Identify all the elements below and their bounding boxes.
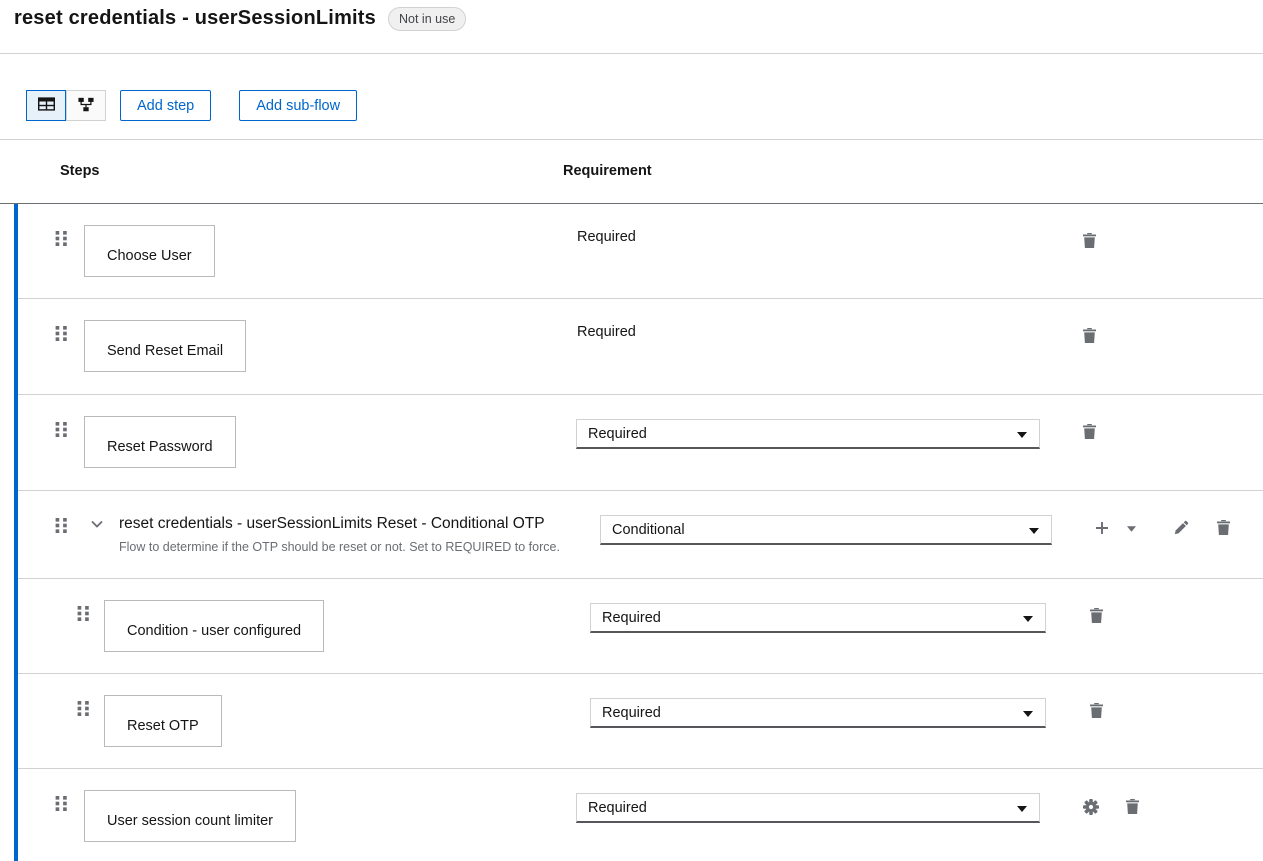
requirement-text: Required <box>577 324 636 340</box>
caret-down-icon[interactable] <box>1127 526 1136 532</box>
drag-handle-icon[interactable] <box>54 325 69 341</box>
row-reset-password: Reset Password Required <box>18 395 1263 491</box>
step-box: Choose User <box>84 225 215 277</box>
step-label: Reset OTP <box>127 718 199 734</box>
step-label: Condition - user configured <box>127 623 301 639</box>
delete-icon[interactable] <box>1126 799 1139 814</box>
drag-handle-icon[interactable] <box>54 421 69 437</box>
step-box: Send Reset Email <box>84 320 246 372</box>
step-box: Condition - user configured <box>104 600 324 652</box>
flow-toolbar: Add step Add sub-flow <box>0 54 1263 139</box>
table-body: Choose User Required Send Reset Email <box>14 204 1263 861</box>
row-send-reset-email: Send Reset Email Required <box>18 299 1263 395</box>
page-header: reset credentials - userSessionLimits No… <box>0 0 1263 53</box>
requirement-select[interactable]: Required <box>576 793 1040 823</box>
delete-icon[interactable] <box>1083 328 1096 343</box>
step-label: Send Reset Email <box>107 343 223 359</box>
flow-steps-table: Steps Requirement Choose User Required <box>0 140 1263 861</box>
view-toggle-group <box>26 90 106 121</box>
step-box: Reset OTP <box>104 695 222 747</box>
caret-down-icon <box>1017 800 1027 816</box>
project-diagram-icon <box>78 97 94 115</box>
status-badge: Not in use <box>388 7 466 31</box>
table-view-toggle[interactable] <box>26 90 66 121</box>
table-icon <box>38 97 55 114</box>
chevron-down-icon[interactable] <box>89 518 105 530</box>
requirement-select[interactable]: Required <box>590 698 1046 728</box>
row-reset-otp: Reset OTP Required <box>18 674 1263 769</box>
row-conditional-otp-subflow: reset credentials - userSessionLimits Re… <box>18 491 1263 579</box>
delete-icon[interactable] <box>1090 703 1103 718</box>
row-choose-user: Choose User Required <box>18 204 1263 299</box>
drag-handle-icon[interactable] <box>54 517 69 533</box>
requirement-select[interactable]: Required <box>590 603 1046 633</box>
requirement-select[interactable]: Conditional <box>600 515 1052 545</box>
column-header-requirement: Requirement <box>563 140 652 203</box>
add-step-button[interactable]: Add step <box>120 90 211 121</box>
step-box: Reset Password <box>84 416 236 468</box>
delete-icon[interactable] <box>1217 520 1230 535</box>
requirement-text: Required <box>577 229 636 245</box>
diagram-view-toggle[interactable] <box>66 90 106 121</box>
step-box: User session count limiter <box>84 790 296 842</box>
delete-icon[interactable] <box>1090 608 1103 623</box>
drag-handle-icon[interactable] <box>76 605 91 621</box>
requirement-select-value: Required <box>588 800 647 816</box>
subflow-description: Flow to determine if the OTP should be r… <box>119 540 560 554</box>
step-label: User session count limiter <box>107 813 273 829</box>
step-label: Reset Password <box>107 439 213 455</box>
subflow-title: reset credentials - userSessionLimits Re… <box>119 515 545 533</box>
requirement-select[interactable]: Required <box>576 419 1040 449</box>
page-title: reset credentials - userSessionLimits <box>14 4 376 32</box>
caret-down-icon <box>1029 522 1039 538</box>
delete-icon[interactable] <box>1083 424 1096 439</box>
caret-down-icon <box>1023 705 1033 721</box>
caret-down-icon <box>1023 610 1033 626</box>
step-label: Choose User <box>107 248 192 264</box>
column-header-steps: Steps <box>60 140 100 203</box>
settings-gear-icon[interactable] <box>1083 799 1099 815</box>
drag-handle-icon[interactable] <box>76 700 91 716</box>
table-header-row: Steps Requirement <box>0 140 1263 204</box>
requirement-select-value: Required <box>602 705 661 721</box>
add-subflow-button[interactable]: Add sub-flow <box>239 90 357 121</box>
delete-icon[interactable] <box>1083 233 1096 248</box>
add-icon[interactable] <box>1095 521 1109 535</box>
drag-handle-icon[interactable] <box>54 230 69 246</box>
caret-down-icon <box>1017 426 1027 442</box>
drag-handle-icon[interactable] <box>54 795 69 811</box>
row-user-session-count-limiter: User session count limiter Required <box>18 769 1263 861</box>
requirement-select-value: Conditional <box>612 522 685 538</box>
edit-icon[interactable] <box>1174 520 1189 535</box>
requirement-select-value: Required <box>588 426 647 442</box>
row-condition-user-configured: Condition - user configured Required <box>18 579 1263 674</box>
requirement-select-value: Required <box>602 610 661 626</box>
